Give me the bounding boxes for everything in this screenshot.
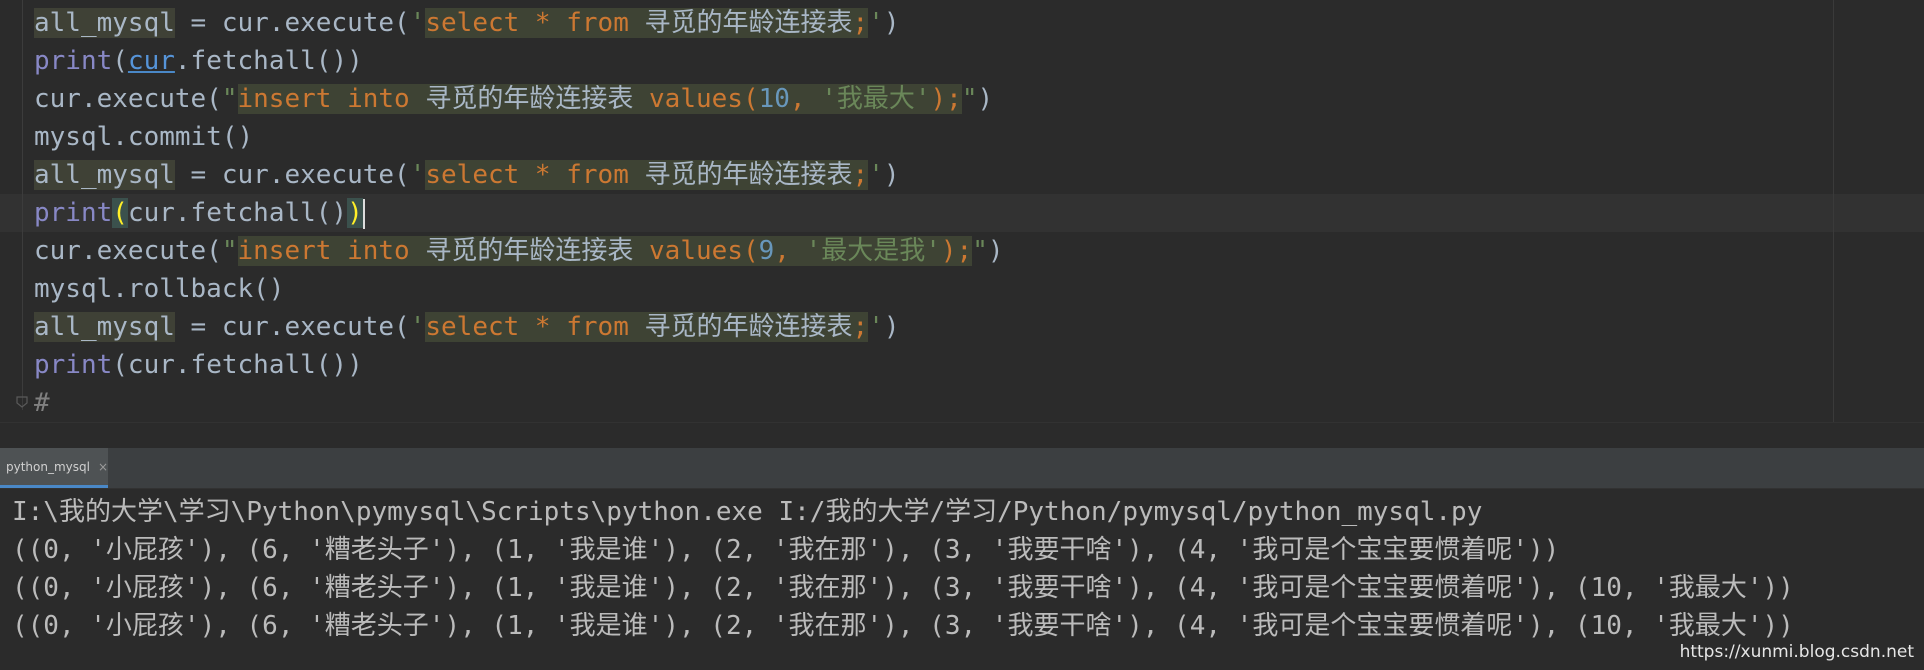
code-token: 寻觅的年龄连接表: [628, 312, 853, 342]
code-token: 10: [758, 84, 790, 114]
run-tab-label: python_mysql: [6, 459, 90, 474]
code-token: from: [566, 160, 629, 190]
code-token: = cur.execute(: [174, 8, 410, 38]
code-token: ): [987, 236, 1004, 266]
code-token: select: [425, 160, 520, 190]
code-token: print: [34, 198, 113, 228]
code-token: ': [868, 312, 884, 342]
code-line[interactable]: all_mysql = cur.execute('select * from 寻…: [34, 308, 900, 346]
code-line[interactable]: all_mysql = cur.execute('select * from 寻…: [34, 4, 900, 42]
code-token: (: [742, 84, 759, 114]
code-token: all_mysql: [34, 312, 175, 342]
console-line: ((0, '小屁孩'), (6, '糟老头子'), (1, '我是谁'), (2…: [12, 535, 1560, 565]
run-tab-bar: python_mysql ×: [0, 448, 1924, 489]
code-token: print: [34, 46, 113, 76]
code-line[interactable]: #: [34, 384, 50, 422]
code-token: ;: [852, 8, 869, 38]
code-token: ): [883, 8, 900, 38]
code-token: values: [649, 84, 743, 114]
code-token: all_mysql: [34, 8, 175, 38]
code-token: mysql.rollback(): [34, 274, 285, 304]
code-token: (: [742, 236, 759, 266]
code-token: 寻觅的年龄连接表: [409, 84, 650, 114]
code-token: print: [34, 350, 113, 380]
code-line[interactable]: cur.execute("insert into 寻觅的年龄连接表 values…: [34, 232, 1004, 270]
run-console-output[interactable]: I:\我的大学\学习\Python\pymysql\Scripts\python…: [0, 489, 1924, 670]
code-line[interactable]: mysql.rollback(): [34, 270, 284, 308]
matched-brace: ): [347, 198, 363, 228]
code-token: );: [940, 236, 973, 266]
code-token: into: [347, 84, 410, 114]
gutter-separator: [22, 0, 23, 410]
code-token: cur: [127, 46, 175, 76]
code-token: *: [519, 8, 567, 38]
console-line: ((0, '小屁孩'), (6, '糟老头子'), (1, '我是谁'), (2…: [12, 573, 1794, 603]
code-token: from: [566, 312, 629, 342]
code-token: (: [112, 46, 128, 76]
code-token: ': [868, 8, 884, 38]
code-token: ": [221, 84, 238, 114]
code-token: = cur.execute(: [174, 312, 410, 342]
code-token: from: [566, 8, 629, 38]
watermark-text: https://xunmi.blog.csdn.net: [1679, 642, 1914, 662]
code-token: select: [425, 312, 520, 342]
matched-brace: (: [112, 198, 128, 228]
run-tab-python-mysql[interactable]: python_mysql ×: [0, 448, 108, 488]
code-line[interactable]: print(cur.fetchall()): [34, 194, 365, 232]
code-token: .fetchall()): [174, 46, 363, 76]
close-icon[interactable]: ×: [98, 460, 108, 474]
code-token: ): [883, 312, 900, 342]
code-token: = cur.execute(: [174, 160, 410, 190]
code-token: ,: [789, 84, 822, 114]
code-token: ': [868, 160, 884, 190]
code-token: ': [409, 8, 426, 38]
code-token: cur.execute(: [34, 84, 222, 114]
code-token: insert: [237, 236, 332, 266]
code-line[interactable]: print(cur.fetchall()): [34, 42, 363, 80]
fold-end-icon[interactable]: [15, 395, 29, 409]
code-line[interactable]: all_mysql = cur.execute('select * from 寻…: [34, 156, 900, 194]
code-token: ;: [852, 160, 869, 190]
code-token: into: [347, 236, 410, 266]
code-token: select: [425, 8, 520, 38]
code-token: *: [519, 160, 567, 190]
code-line[interactable]: print(cur.fetchall()): [34, 346, 363, 384]
code-token: ;: [852, 312, 869, 342]
code-token: '我最大': [821, 84, 931, 114]
code-line[interactable]: mysql.commit(): [34, 118, 253, 156]
code-token: *: [519, 312, 567, 342]
code-editor[interactable]: all_mysql = cur.execute('select * from 寻…: [0, 0, 1924, 422]
text-caret: [362, 198, 365, 229]
code-token: 寻觅的年龄连接表: [628, 160, 853, 190]
code-token: ": [221, 236, 238, 266]
code-token: ): [883, 160, 900, 190]
code-token: 寻觅的年龄连接表: [409, 236, 650, 266]
panel-separator[interactable]: [0, 422, 1924, 449]
code-token: 9: [758, 236, 775, 266]
code-token: 寻觅的年龄连接表: [628, 8, 853, 38]
code-token: mysql.commit(): [34, 122, 254, 152]
code-token: );: [930, 84, 962, 114]
code-token: #: [34, 388, 50, 418]
code-token: '最大是我': [805, 236, 941, 266]
code-token: insert: [237, 84, 332, 114]
code-token: ": [972, 236, 988, 266]
right-margin-guide: [1833, 0, 1834, 422]
console-line: I:\我的大学\学习\Python\pymysql\Scripts\python…: [12, 497, 1483, 527]
code-token: ': [409, 160, 426, 190]
code-token: ): [977, 84, 994, 114]
code-token: all_mysql: [34, 160, 175, 190]
code-token: values: [649, 236, 743, 266]
code-token: ': [409, 312, 426, 342]
code-token: ,: [774, 236, 806, 266]
code-token: (cur.fetchall()): [112, 350, 363, 380]
code-token: ": [961, 84, 978, 114]
code-token: cur.execute(: [34, 236, 222, 266]
code-token: cur.fetchall(): [127, 198, 348, 228]
console-line: ((0, '小屁孩'), (6, '糟老头子'), (1, '我是谁'), (2…: [12, 611, 1794, 641]
code-line[interactable]: cur.execute("insert into 寻觅的年龄连接表 values…: [34, 80, 993, 118]
